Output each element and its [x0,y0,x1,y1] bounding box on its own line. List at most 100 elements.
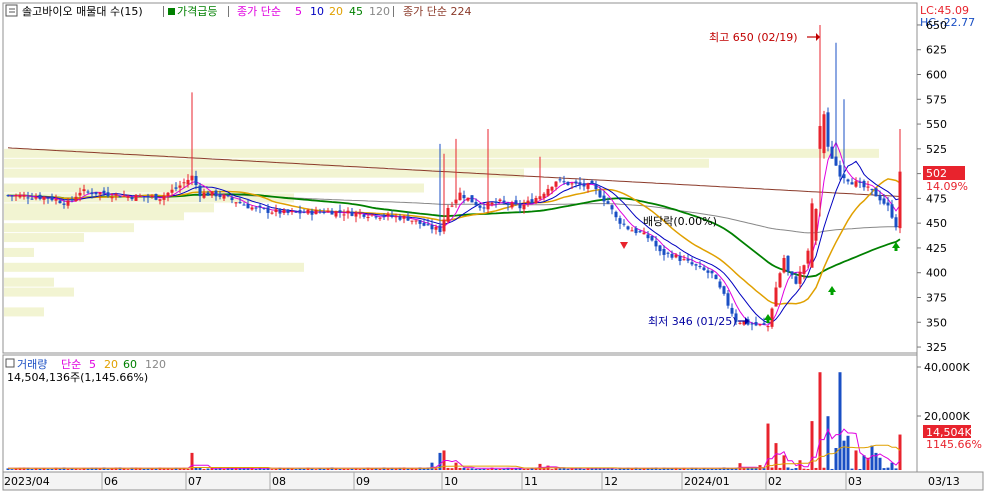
candle-body [38,194,42,199]
current-change: 14.09% [926,180,968,193]
candle-body [338,210,342,213]
candle-body [706,270,710,273]
price-tick-label: 400 [926,267,947,280]
legend-price-surge[interactable]: 가격급등 [177,5,217,18]
candle-body [390,215,394,217]
volume-bar [126,469,130,470]
candle-body [402,216,406,219]
candle-body [230,197,234,201]
candle-body [386,213,390,217]
x-axis-label: 07 [188,475,202,488]
candle-body [6,195,10,197]
x-axis-label: 02 [768,475,782,488]
candle-body [694,264,698,266]
candle-body [782,257,786,273]
candle-body [770,308,774,327]
legend-long-ma[interactable]: 종가 단순 224 [403,5,471,18]
volume-bar [466,468,470,470]
candle-body [94,191,98,195]
volume-bar [658,469,662,470]
candle-body [538,196,542,200]
candle-body [110,197,114,199]
volume-tick-20000k: 20,000K [924,410,970,423]
volume-bar [826,416,830,470]
candle-body [454,199,458,204]
volume-settings-icon[interactable] [5,358,15,368]
candle-body [626,226,630,230]
candle-body [646,234,650,239]
candle-body [510,202,514,208]
candle-body [66,200,70,206]
high-annotation: 최고 650 (02/19) [709,31,798,44]
candle-body [306,209,310,214]
volume-bar [66,468,70,470]
volume-bar [270,469,274,470]
candle-body [842,174,846,179]
candle-body [414,220,418,222]
candle-body [602,195,606,202]
candle-body [258,205,262,208]
candle-body [778,273,782,288]
stock-chart[interactable]: 솔고바이오 매물대 수(15) 가격급등 종가 단순 5 10 20 45 12… [0,0,986,492]
candle-body [198,185,202,197]
candle-body [866,186,870,188]
candle-body [442,219,446,232]
candle-body [458,192,462,201]
candle-body [554,181,558,187]
volume-bar [194,467,198,470]
candle-body [378,217,382,219]
volume-bar [494,468,498,470]
candle-body [274,209,278,213]
candle-body [718,281,722,288]
candle-body [54,199,58,201]
volume-ma60: 60 [123,358,137,371]
candle-body [614,211,618,218]
candle-body [486,202,490,210]
candle-body [826,112,830,147]
volume-title[interactable]: 거래량 [17,358,47,371]
candle-body [146,195,150,198]
candle-body [358,213,362,215]
candle-body [830,146,834,159]
candle-body [802,265,806,274]
candle-body [262,207,266,209]
candle-body [502,200,506,203]
candle-body [474,202,478,206]
volume-bar [354,468,358,470]
candle-body [566,181,570,186]
candle-body [106,192,110,197]
candle-body [278,208,282,214]
candle-body [294,211,298,213]
settings-icon[interactable] [5,4,18,17]
price-tick-label: 425 [926,242,947,255]
candle-body [490,202,494,205]
x-axis-label: 09 [356,475,370,488]
price-tick-label: 625 [926,44,947,57]
candle-body [350,211,354,216]
candle-body [570,183,574,185]
candle-body [762,323,766,325]
candle-body [158,199,162,201]
volume-bar [566,468,570,470]
candle-body [642,232,646,235]
candle-body [698,266,702,268]
candle-body [406,216,410,221]
profile-band [4,277,54,287]
main-frame [2,2,918,354]
candle-body [430,224,434,230]
legend-sep-3 [393,6,394,17]
volume-bar [70,468,74,470]
candle-body [682,259,686,261]
volume-bar [254,468,258,470]
candle-body [234,202,238,204]
candle-body [10,195,14,197]
price-tick-label: 475 [926,192,947,205]
volume-bar [38,468,42,470]
candle-body [670,253,674,258]
volume-bar [78,469,82,470]
candle-body [62,203,66,205]
candle-body [182,182,186,184]
legend-ma-label[interactable]: 종가 단순 [237,5,281,18]
candle-body [894,217,898,228]
price-tick-label: 550 [926,118,947,131]
